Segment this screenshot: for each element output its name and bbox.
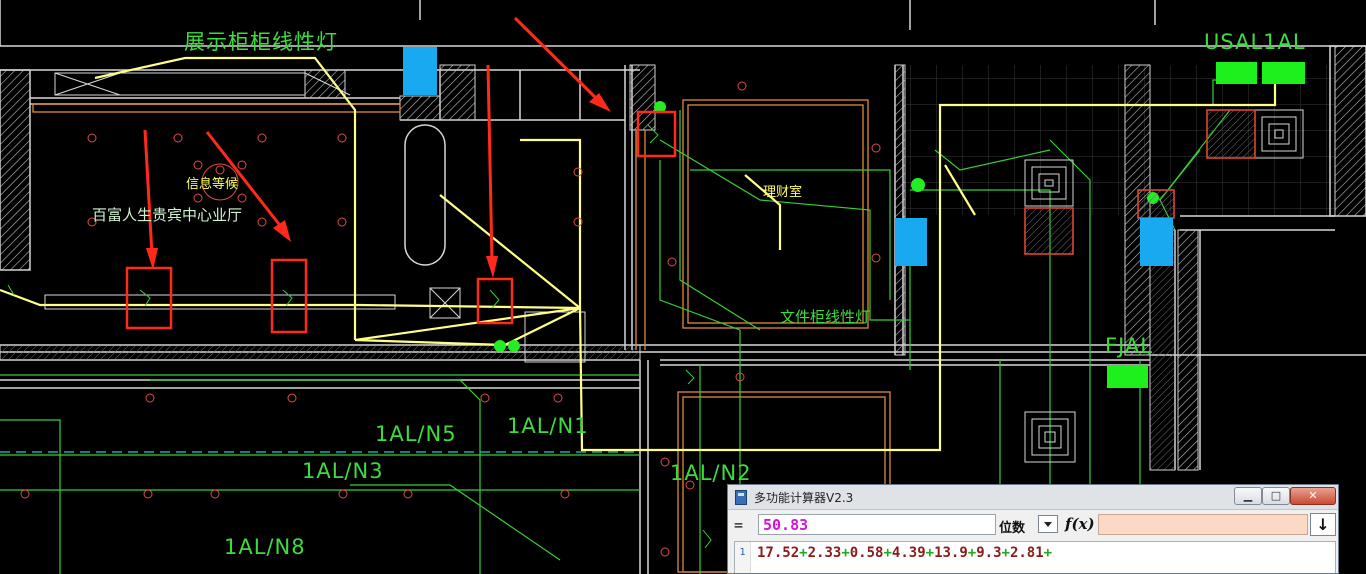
calculator-titlebar[interactable]: 多功能计算器V2.3 ▁ □ ✕ [728,485,1338,510]
expression-operator: + [841,545,850,561]
expression-operator: + [925,545,935,561]
expression-term: 2.33 [807,545,842,561]
calculator-title: 多功能计算器V2.3 [754,491,854,505]
expression-operator: + [1001,545,1010,561]
expression-operator: + [883,545,892,561]
maximize-button[interactable]: □ [1262,487,1290,505]
expression-term: 0.58 [849,545,884,561]
equals-sign: = [734,516,744,534]
label-1al-n8: 1AL/N8 [224,535,306,559]
expression-term: 13.9 [934,545,968,561]
digits-dropdown[interactable] [1038,515,1058,533]
digits-label: 位数 [999,521,1026,536]
expression-term: 2.81 [1009,545,1044,561]
minimize-button[interactable]: ▁ [1234,487,1262,505]
function-input[interactable] [1098,514,1308,535]
label-display-cabinet-light: 展示柜柜线性灯 [184,30,338,54]
label-file-cabinet-light: 文件柜线性灯 [780,308,871,326]
line-number: 1 [735,542,751,573]
calculator-app-icon [735,490,747,505]
tile-floor [905,65,1335,215]
function-label: f(x) [1065,515,1095,533]
label-lobby: 百富人生贵宾中心业厅 [92,206,243,224]
expression-term: 4.39 [891,545,926,561]
expression-operator: + [967,545,977,561]
expression-term: 9.3 [976,545,1002,561]
label-1al-n3: 1AL/N3 [302,459,384,483]
label-office: 理财室 [763,185,803,200]
calculator-toolbar: = 50.83 位数 f(x) ↓ [728,511,1338,539]
expression-trailing-operator: + [1043,545,1053,561]
close-button[interactable]: ✕ [1290,487,1336,505]
calculator-window[interactable]: 多功能计算器V2.3 ▁ □ ✕ = 50.83 位数 f(x) ↓ 1 17.… [727,484,1339,574]
label-1al-n2: 1AL/N2 [670,461,752,485]
down-arrow-button[interactable]: ↓ [1310,513,1336,536]
result-field[interactable]: 50.83 [758,514,996,535]
label-reception: 信息等候 [186,177,239,192]
label-fjal: FJAL [1105,334,1153,358]
label-usal1al: USAL1AL [1204,30,1306,54]
label-1al-n1: 1AL/N1 [507,414,589,438]
expression-editor[interactable]: 1 17.52+2.33+0.58+4.39+13.9+9.3+2.81+ [734,541,1336,573]
expression-term: 17.52 [757,545,800,561]
label-1al-n5: 1AL/N5 [375,422,457,446]
expression-operator: + [799,545,808,561]
expression-text: 17.52+2.33+0.58+4.39+13.9+9.3+2.81+ [757,545,1052,561]
